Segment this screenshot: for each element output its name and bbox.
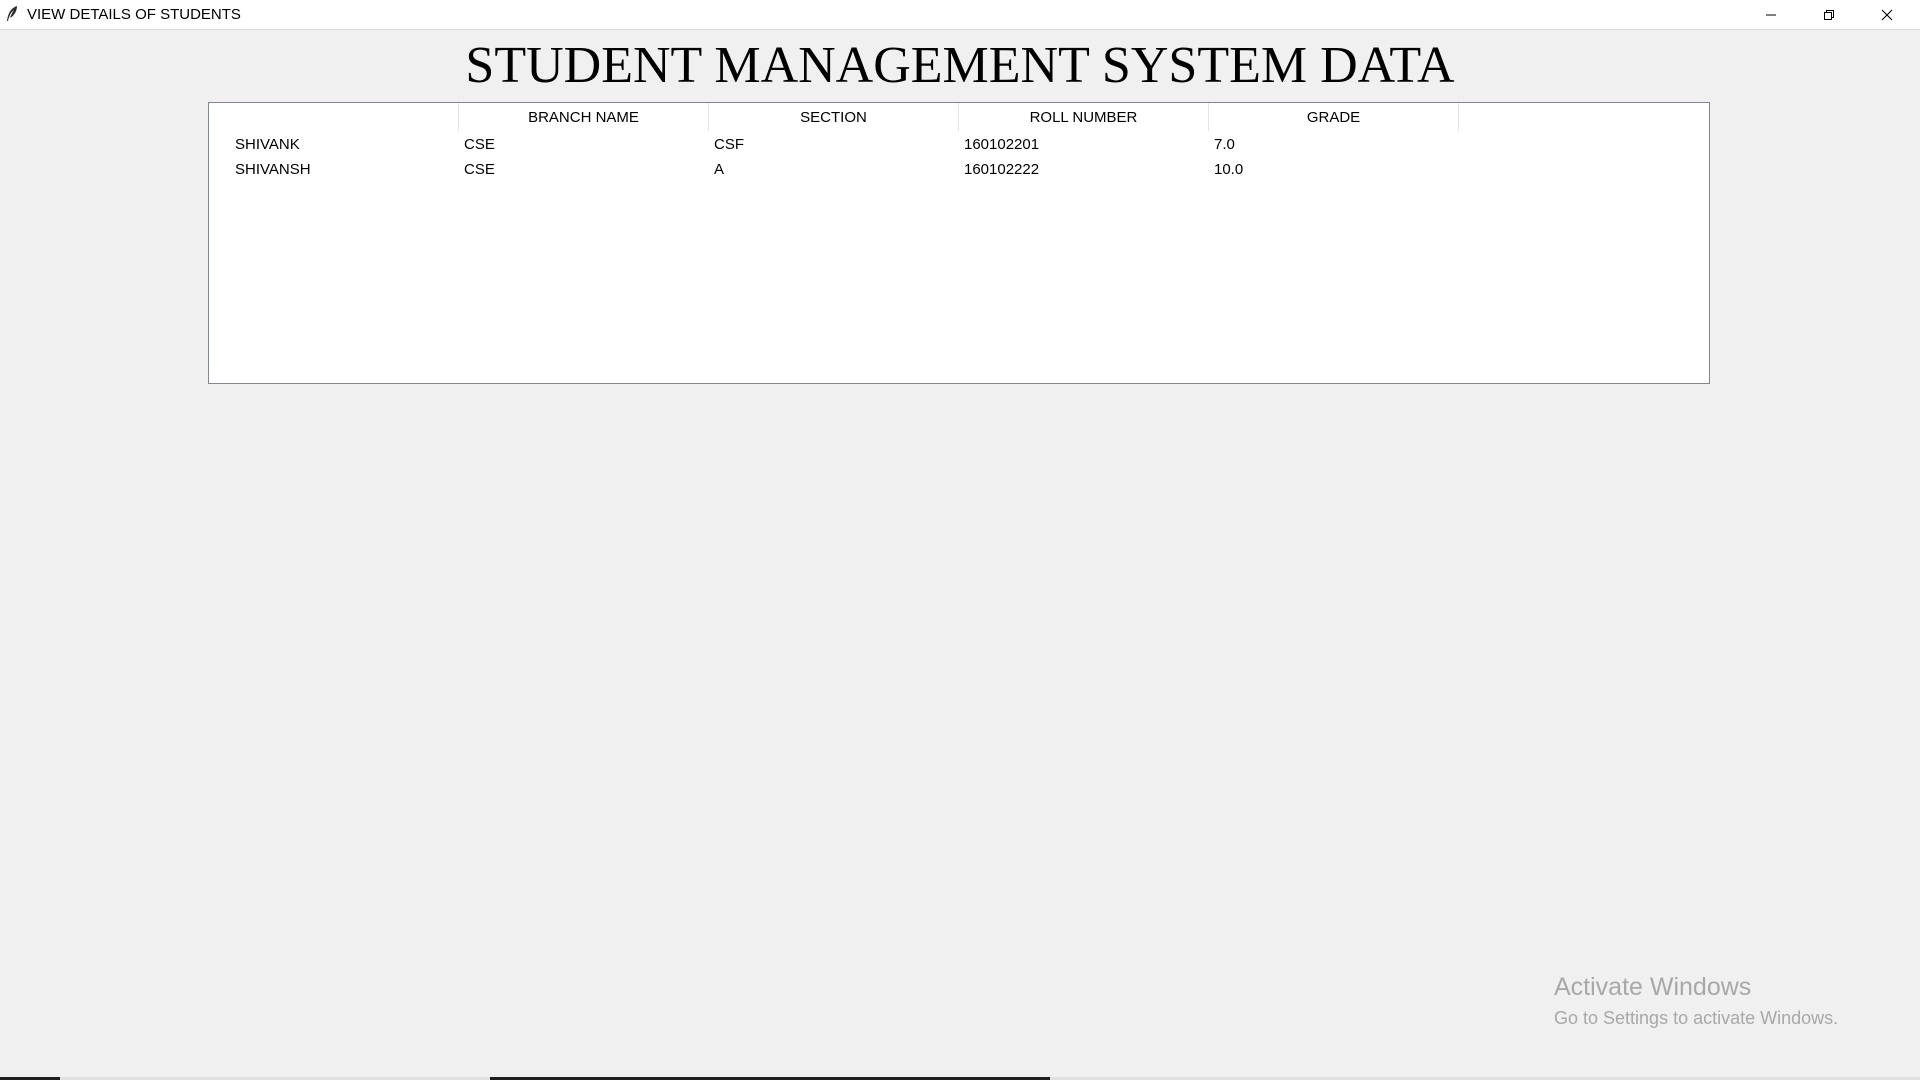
column-header-name[interactable] xyxy=(209,103,459,131)
students-table[interactable]: BRANCH NAME SECTION ROLL NUMBER GRADE SH… xyxy=(208,102,1710,384)
column-header-grade[interactable]: GRADE xyxy=(1209,103,1459,131)
page-heading: STUDENT MANAGEMENT SYSTEM DATA xyxy=(465,37,1455,94)
cell-branch: CSE xyxy=(464,136,495,153)
close-button[interactable] xyxy=(1858,0,1916,29)
table-row[interactable]: SHIVANK CSE CSF 160102201 7.0 xyxy=(209,132,1709,157)
column-header-branch[interactable]: BRANCH NAME xyxy=(459,103,709,131)
table-header: BRANCH NAME SECTION ROLL NUMBER GRADE xyxy=(209,103,1709,132)
cell-section: A xyxy=(714,161,725,178)
minimize-icon xyxy=(1766,14,1776,15)
table-row[interactable]: SHIVANSH CSE A 160102222 10.0 xyxy=(209,157,1709,182)
restore-button[interactable] xyxy=(1800,0,1858,29)
watermark-title: Activate Windows xyxy=(1554,973,1752,1001)
cell-roll-number: 160102222 xyxy=(964,161,1040,178)
close-icon xyxy=(1881,9,1893,20)
app-window: VIEW DETAILS OF STUDENTS STUDENT MANAGEM… xyxy=(0,0,1920,1080)
column-header-roll-number[interactable]: ROLL NUMBER xyxy=(959,103,1209,131)
cell-name: SHIVANK xyxy=(235,136,300,153)
cell-roll-number: 160102201 xyxy=(964,136,1040,153)
column-header-section[interactable]: SECTION xyxy=(709,103,959,131)
cell-section: CSF xyxy=(714,136,744,153)
window-title: VIEW DETAILS OF STUDENTS xyxy=(27,6,241,23)
title-bar[interactable]: VIEW DETAILS OF STUDENTS xyxy=(0,0,1920,30)
watermark-subtitle: Go to Settings to activate Windows. xyxy=(1554,1008,1839,1028)
cell-branch: CSE xyxy=(464,161,495,178)
cell-grade: 7.0 xyxy=(1214,136,1235,153)
cell-name: SHIVANSH xyxy=(235,161,311,178)
feather-icon xyxy=(5,5,19,23)
activation-watermark: Activate Windows Go to Settings to activ… xyxy=(1554,973,1838,1029)
restore-icon xyxy=(1824,9,1834,20)
cell-grade: 10.0 xyxy=(1214,161,1244,178)
minimize-button[interactable] xyxy=(1742,0,1800,29)
